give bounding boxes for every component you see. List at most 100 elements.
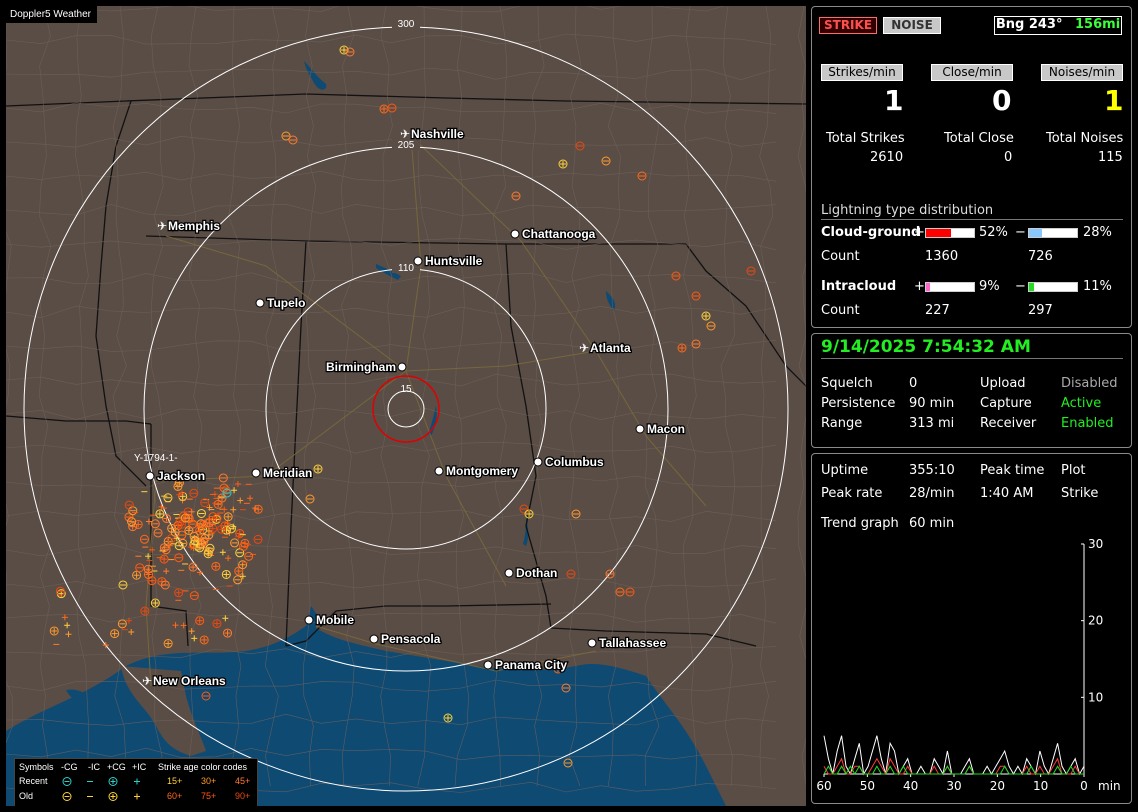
strike-symbol — [211, 561, 221, 571]
strike-symbol — [132, 570, 142, 580]
x-tick-label: 10 — [1033, 779, 1048, 793]
persistence-label: Persistence — [821, 396, 896, 411]
strike-symbol — [625, 587, 635, 597]
city-chattanooga: Chattanooga — [510, 226, 597, 242]
uptime-value: 355:10 — [909, 463, 955, 478]
strike-symbol — [180, 622, 187, 629]
city-meridian: Meridian — [251, 465, 314, 481]
city-tupelo: Tupelo — [255, 295, 307, 311]
strike-symbol — [230, 538, 240, 548]
trend-graph-label: Trend graph — [821, 516, 899, 531]
city-label: Montgomery — [446, 464, 518, 478]
ic-count-label: Count — [821, 303, 860, 318]
noises-per-min-button[interactable]: Noises/min — [1041, 64, 1123, 81]
svg-text:15: 15 — [400, 384, 412, 395]
city-label: Pensacola — [381, 632, 441, 646]
strike-symbol — [140, 606, 150, 616]
total-noises-value: 115 — [1098, 150, 1123, 165]
strike-symbol — [128, 506, 138, 516]
strike-symbol — [223, 628, 233, 638]
peak-time-label: Peak time — [980, 463, 1045, 478]
strike-symbol — [128, 628, 135, 635]
x-axis-label: min — [1098, 779, 1121, 793]
cg-minus-sign: − — [1015, 225, 1026, 240]
strike-symbol — [387, 103, 397, 113]
capture-label: Capture — [980, 396, 1032, 411]
close-per-min-button[interactable]: Close/min — [931, 64, 1013, 81]
city-montgomery: Montgomery — [434, 463, 520, 479]
y-tick-label: 30 — [1088, 537, 1103, 551]
strike-symbol — [150, 519, 160, 529]
strike-symbol — [237, 497, 244, 504]
x-tick-label: 60 — [816, 779, 831, 793]
strike-symbol — [65, 631, 72, 638]
bearing-box: Bng 243° 156mi — [994, 16, 1122, 35]
strike-symbol — [244, 551, 254, 561]
strike-symbol — [230, 506, 237, 513]
strike-symbol — [49, 626, 59, 636]
ic-negative-percent: 11% — [1083, 279, 1112, 294]
y-tick-label: 10 — [1088, 690, 1103, 704]
cg-plus-sign: + — [914, 225, 925, 240]
legend-recent-symbols — [62, 777, 140, 786]
city-dot — [504, 568, 514, 578]
receiver-label: Receiver — [980, 416, 1037, 431]
city-label: New Orleans — [153, 674, 226, 688]
airport-icon: ✈ — [142, 674, 152, 688]
trend-series-0-line — [823, 735, 1085, 776]
strike-symbol — [218, 473, 228, 483]
strike-symbol — [524, 509, 534, 519]
strike-symbol — [519, 504, 529, 514]
strike-symbol — [212, 619, 222, 629]
squelch-value: 0 — [909, 376, 918, 391]
receiver-value: Enabled — [1061, 416, 1114, 431]
strike-symbol — [345, 47, 355, 57]
peak-rate-label: Peak rate — [821, 486, 883, 501]
map-canvas[interactable]: 300 205 110 15 ✈ Nashville✈ MemphisChattan… — [6, 6, 806, 806]
strike-symbol — [159, 554, 169, 564]
legend-old-label: Old — [19, 791, 34, 801]
strike-symbol — [305, 494, 315, 504]
strike-symbol — [223, 512, 233, 522]
strike-symbol — [234, 480, 241, 487]
strike-indicator[interactable]: STRIKE — [819, 17, 877, 34]
strike-symbol — [217, 524, 227, 534]
uptime-label: Uptime — [821, 463, 869, 478]
city-label: Tallahassee — [599, 636, 666, 650]
strike-symbol — [615, 587, 625, 597]
cg-positive-percent: 52% — [979, 225, 1008, 240]
city-memphis: ✈ Memphis — [157, 218, 222, 235]
bearing-value: Bng 243° — [995, 17, 1063, 32]
plot-value[interactable]: Strike — [1061, 486, 1098, 501]
strikes-per-min-button[interactable]: Strikes/min — [821, 64, 903, 81]
cg-negative-percent: 28% — [1083, 225, 1112, 240]
range-value: 313 mi — [909, 416, 955, 431]
legend-symbols-label: Symbols — [19, 762, 54, 772]
squelch-label: Squelch — [821, 376, 873, 391]
city-dot — [255, 298, 265, 308]
city-label: Birmingham — [326, 360, 396, 374]
strike-symbol — [511, 191, 521, 201]
city-birmingham: Birmingham — [325, 359, 407, 375]
trend-graph-value[interactable]: 60 min — [909, 516, 954, 531]
ring-labels: 300 205 110 15 — [392, 17, 420, 395]
strike-status-panel: STRIKE NOISE Bng 243° 156mi Strikes/min … — [811, 6, 1132, 328]
strike-symbol — [147, 576, 157, 586]
strike-symbol — [701, 311, 711, 321]
strike-symbol — [188, 562, 198, 572]
city-dot — [483, 660, 493, 670]
strike-symbol — [199, 635, 209, 645]
strike-symbol — [124, 500, 134, 510]
strike-symbol — [203, 549, 213, 559]
cg-positive-bar-fill — [926, 229, 951, 237]
noise-indicator[interactable]: NOISE — [883, 17, 941, 34]
strike-symbol — [219, 549, 226, 556]
x-tick-label: 0 — [1080, 779, 1088, 793]
lightning-map[interactable]: 300 205 110 15 ✈ Nashville ✈ Memphis Chattan… — [6, 6, 806, 806]
strike-symbol — [605, 569, 615, 579]
city-dot — [397, 362, 407, 372]
strike-symbol — [566, 569, 576, 579]
plot-label: Plot — [1061, 463, 1086, 478]
strike-symbol — [443, 713, 453, 723]
city-dot — [369, 634, 379, 644]
